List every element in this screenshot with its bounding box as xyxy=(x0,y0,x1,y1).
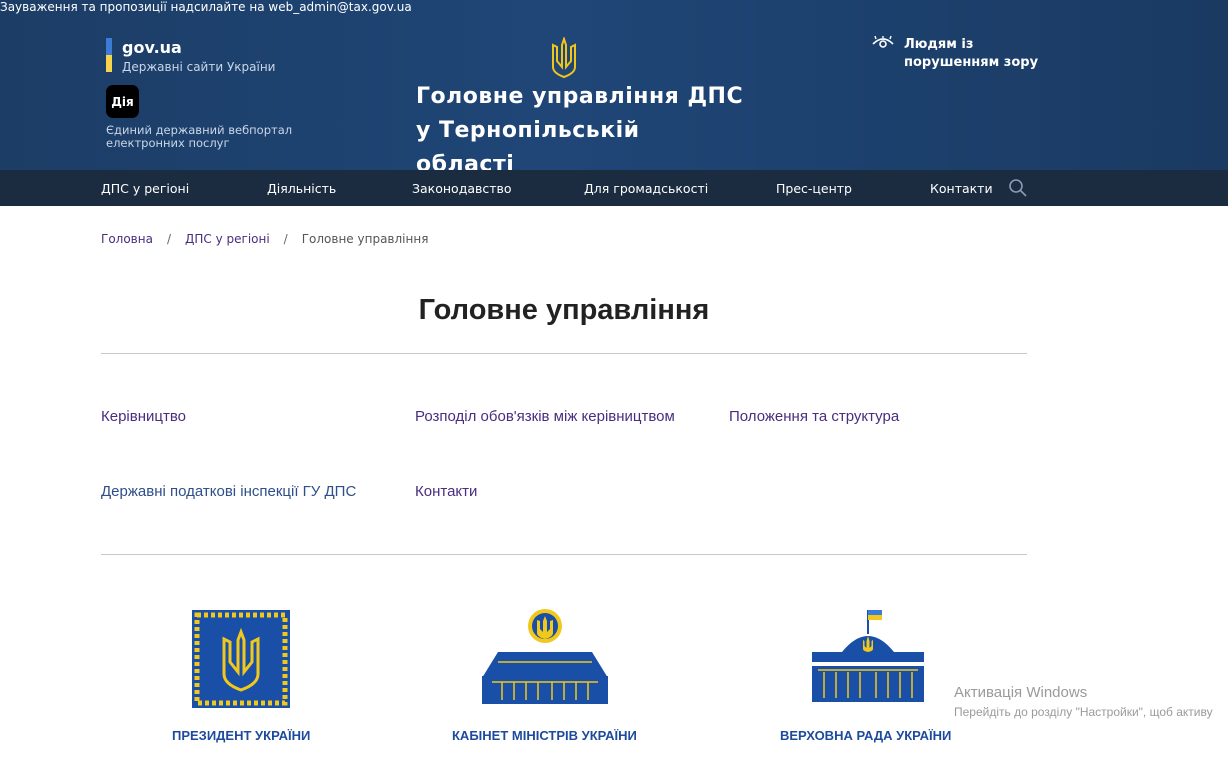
windows-activation-hint: Перейдіть до розділу "Настройки", щоб ак… xyxy=(954,705,1213,719)
nav-item-legislation[interactable]: Законодавство xyxy=(412,181,512,196)
site-title-line1: Головне управління ДПС xyxy=(416,84,744,109)
parliament-label[interactable]: ВЕРХОВНА РАДА УКРАЇНИ xyxy=(780,728,951,743)
breadcrumb-separator: / xyxy=(283,232,288,246)
president-standard-icon[interactable] xyxy=(192,610,290,708)
windows-activation-title: Активація Windows xyxy=(954,684,1088,701)
diia-logo[interactable]: Дія xyxy=(106,85,139,118)
cabinet-label[interactable]: КАБІНЕТ МІНІСТРІВ УКРАЇНИ xyxy=(452,728,637,743)
link-duties[interactable]: Розподіл обов'язків між керівництвом xyxy=(415,408,675,425)
nav-item-dps-region[interactable]: ДПС у регіоні xyxy=(101,181,189,196)
feedback-note[interactable]: Зауваження та пропозиції надсилайте на w… xyxy=(0,0,412,14)
site-title[interactable]: Головне управління ДПС у Тернопільській … xyxy=(416,80,746,182)
link-structure[interactable]: Положення та структура xyxy=(729,408,899,425)
trident-icon xyxy=(552,37,576,79)
eye-icon xyxy=(872,36,894,48)
breadcrumb-current: Головне управління xyxy=(301,232,429,246)
divider xyxy=(101,353,1027,354)
breadcrumb-separator: / xyxy=(166,232,171,246)
link-tax-inspections[interactable]: Державні податкові інспекції ГУ ДПС xyxy=(101,483,356,500)
president-label[interactable]: ПРЕЗИДЕНТ УКРАЇНИ xyxy=(172,728,310,743)
nav-item-activity[interactable]: Діяльність xyxy=(267,181,336,196)
vision-impaired-label: Людям із порушенням зору xyxy=(904,37,1039,70)
nav-item-press[interactable]: Прес-центр xyxy=(776,181,852,196)
govua-subtitle: Державні сайти України xyxy=(122,60,276,74)
diia-description[interactable]: Єдиний державний вебпортал електронних п… xyxy=(106,124,306,150)
breadcrumb-home[interactable]: Головна xyxy=(101,232,153,246)
link-leadership[interactable]: Керівництво xyxy=(101,408,186,425)
link-contacts[interactable]: Контакти xyxy=(415,483,477,500)
page-title: Головне управління xyxy=(418,294,710,326)
main-nav: ДПС у регіоні Діяльність Законодавство Д… xyxy=(0,170,1228,206)
nav-item-public[interactable]: Для громадськості xyxy=(584,181,708,196)
cabinet-building-icon[interactable] xyxy=(478,608,612,708)
divider xyxy=(101,554,1027,555)
govua-name: gov.ua xyxy=(122,38,182,57)
search-icon[interactable] xyxy=(1008,178,1028,198)
ukraine-flag-icon xyxy=(106,38,112,72)
parliament-building-icon[interactable] xyxy=(808,606,928,706)
breadcrumb: Головна / ДПС у регіоні / Головне управління xyxy=(101,232,428,246)
nav-item-contacts[interactable]: Контакти xyxy=(930,181,993,196)
site-header: Зауваження та пропозиції надсилайте на w… xyxy=(0,0,1228,177)
breadcrumb-parent[interactable]: ДПС у регіоні xyxy=(185,232,270,246)
